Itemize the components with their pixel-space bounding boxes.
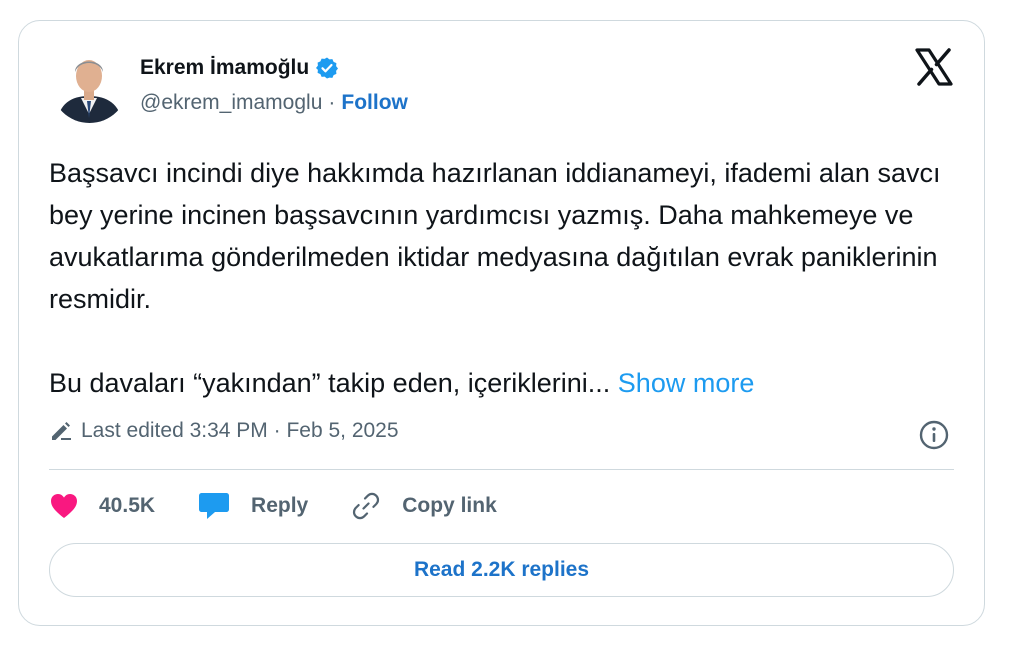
info-icon[interactable]: [918, 419, 950, 451]
author-name-row: Ekrem İmamoğlu: [140, 53, 339, 83]
divider: [49, 469, 954, 470]
reply-label: Reply: [251, 494, 309, 517]
handle-row: @ekrem_imamoglu · Follow: [140, 91, 408, 115]
avatar[interactable]: [51, 46, 128, 123]
copy-link-label: Copy link: [402, 494, 497, 517]
author-name[interactable]: Ekrem İmamoğlu: [140, 56, 309, 80]
post-body: Başsavcı incindi diye hakkımda hazırlana…: [49, 152, 969, 404]
action-bar: 40.5K Reply Copy link: [49, 489, 539, 523]
follow-button[interactable]: Follow: [341, 91, 408, 115]
like-button[interactable]: 40.5K: [49, 492, 155, 520]
link-icon: [353, 492, 380, 520]
edit-meta: Last edited 3:34 PM · Feb 5, 2025: [49, 419, 399, 443]
author-handle[interactable]: @ekrem_imamoglu: [140, 91, 322, 115]
heart-icon: [51, 494, 77, 518]
pencil-icon: [49, 419, 73, 443]
tweet-card: Ekrem İmamoğlu @ekrem_imamoglu · Follow …: [18, 20, 985, 626]
post-paragraph-2: Bu davaları “yakından” takip eden, içeri…: [49, 362, 969, 404]
post-paragraph-1: Başsavcı incindi diye hakkımda hazırlana…: [49, 158, 941, 314]
show-more-link[interactable]: Show more: [618, 368, 755, 398]
x-logo-icon[interactable]: [914, 47, 954, 87]
last-edited-timestamp[interactable]: Last edited 3:34 PM · Feb 5, 2025: [81, 419, 399, 443]
reply-button[interactable]: Reply: [197, 490, 308, 522]
read-replies-button[interactable]: Read 2.2K replies: [49, 543, 954, 597]
separator-dot: ·: [328, 91, 336, 114]
like-count: 40.5K: [99, 494, 156, 517]
post-paragraph-2-text: Bu davaları “yakından” takip eden, içeri…: [49, 368, 611, 398]
copy-link-button[interactable]: Copy link: [350, 490, 497, 522]
verified-badge-icon: [315, 56, 339, 80]
read-replies-label: Read 2.2K replies: [413, 558, 590, 581]
reply-bubble-icon: [199, 493, 230, 519]
